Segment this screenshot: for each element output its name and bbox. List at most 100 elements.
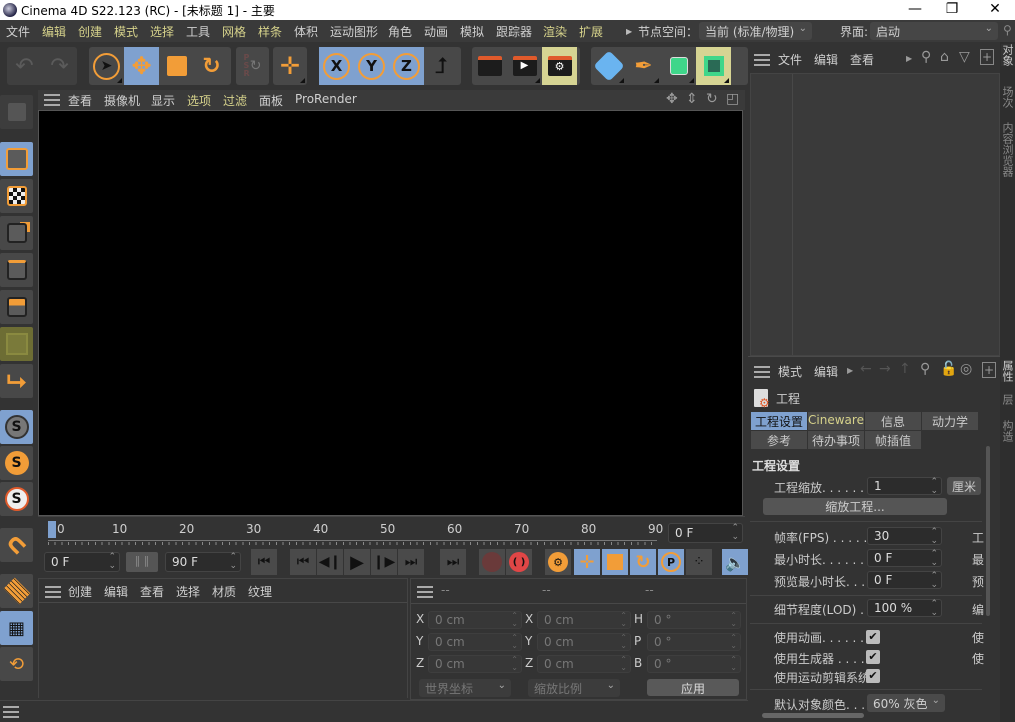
go-to-end-button[interactable]: ⏭ (440, 549, 466, 575)
use-generators-checkbox[interactable]: ✔ (866, 650, 880, 664)
toggle-view-icon[interactable]: ◰ (726, 91, 739, 107)
subdivision-button[interactable] (661, 47, 696, 85)
end-frame-field[interactable]: 90 F ⌃ ⌄ (165, 552, 241, 572)
node-space-dropdown[interactable]: 当前 (标准/物理) ⌄ (699, 22, 812, 40)
psr-reset-button[interactable]: P S R ↻ (236, 47, 269, 85)
current-frame-field[interactable]: 0 F ⌃ ⌄ (668, 523, 743, 543)
hamburger-icon[interactable] (3, 706, 19, 718)
hamburger-icon[interactable] (44, 94, 60, 106)
object-menu-file[interactable]: 文件 (778, 51, 802, 68)
unit-dropdown[interactable]: 厘米 (947, 477, 981, 495)
object-menu-view[interactable]: 查看 (850, 51, 874, 68)
min-time-field[interactable]: 0 F ⌃ ⌄ (867, 549, 942, 568)
material-menu-texture[interactable]: 纹理 (248, 583, 272, 600)
next-frame-button[interactable]: ❙▶ (371, 549, 397, 575)
cube-button[interactable] (591, 47, 626, 85)
workplane-button[interactable] (0, 574, 33, 608)
rot-h-field[interactable]: 0 ° ⌃ ⌄ (647, 611, 741, 629)
rot-p-field[interactable]: 0 ° ⌃ ⌄ (647, 633, 741, 651)
hamburger-icon[interactable] (417, 586, 433, 598)
horizontal-scrollbar[interactable] (762, 713, 864, 718)
hamburger-icon[interactable] (45, 586, 61, 598)
object-menu-edit[interactable]: 编辑 (814, 51, 838, 68)
home-icon[interactable]: ⌂ (940, 49, 949, 65)
texture-mode-button[interactable] (0, 179, 33, 213)
play-button[interactable]: ▶ (344, 549, 370, 575)
side-tab-layers[interactable]: 层 (1001, 394, 1015, 405)
spinner-icon[interactable]: ⌃ ⌄ (731, 524, 739, 542)
locked-workplane-button[interactable]: ▦ (0, 611, 33, 645)
preview-min-time-field[interactable]: 0 F ⌃ ⌄ (867, 571, 942, 590)
close-button[interactable]: ✕ (975, 0, 1015, 20)
fps-field[interactable]: 30 ⌃ ⌄ (867, 527, 942, 546)
interface-dropdown[interactable]: 启动 ⌄ (870, 22, 998, 40)
material-list[interactable] (39, 603, 407, 698)
lock-icon[interactable]: 🔓 (940, 361, 957, 377)
range-slider[interactable]: ‖ ‖ (126, 552, 158, 572)
menu-create[interactable]: 创建 (78, 23, 102, 40)
object-list[interactable] (750, 73, 1000, 356)
size-z-field[interactable]: 0 cm ⌃ ⌄ (537, 655, 631, 673)
menu-simulate[interactable]: 模拟 (460, 23, 484, 40)
hamburger-icon[interactable] (754, 54, 770, 66)
target-icon[interactable]: ◎ (960, 361, 972, 377)
spinner-icon[interactable]: ⌃ ⌄ (511, 634, 518, 650)
side-tab-attributes[interactable]: 属性 (1001, 360, 1015, 382)
menu-animate[interactable]: 动画 (424, 23, 448, 40)
key-position-button[interactable]: ✛ (574, 549, 600, 575)
3d-viewport[interactable] (38, 110, 743, 516)
render-picture-viewer-button[interactable]: ▶ (507, 47, 542, 85)
material-menu-view[interactable]: 查看 (140, 583, 164, 600)
menu-mograph[interactable]: 运动图形 (330, 23, 378, 40)
key-parameter-button[interactable]: P (658, 549, 684, 575)
coordinate-mode-dropdown[interactable]: 世界坐标 ⌄ (419, 679, 511, 697)
side-tab-structure[interactable]: 构造 (1001, 420, 1015, 442)
key-rotation-button[interactable]: ↻ (630, 549, 656, 575)
use-motion-system-checkbox[interactable]: ✔ (866, 669, 880, 683)
search-icon[interactable]: ⚲ (921, 49, 931, 65)
menu-mode[interactable]: 模式 (114, 23, 138, 40)
viewport-menu-camera[interactable]: 摄像机 (104, 92, 140, 109)
auto-keying-button[interactable]: ( ) (506, 549, 532, 575)
solo-off-button[interactable]: S (0, 482, 33, 516)
project-scale-field[interactable]: 1 ⌃ ⌄ (867, 477, 942, 496)
polygons-mode-button[interactable] (0, 290, 33, 324)
material-menu-select[interactable]: 选择 (176, 583, 200, 600)
spinner-icon[interactable]: ⌃ ⌄ (930, 600, 938, 618)
use-animation-checkbox[interactable]: ✔ (866, 630, 880, 644)
zoom-view-icon[interactable]: ⇕ (686, 91, 698, 107)
viewport-menu-display[interactable]: 显示 (151, 92, 175, 109)
new-panel-icon[interactable]: + (980, 49, 994, 65)
expand-arrow-icon[interactable]: ▶ (626, 27, 632, 36)
sound-button[interactable]: 🔈 (722, 549, 748, 575)
rot-b-field[interactable]: 0 ° ⌃ ⌄ (647, 655, 741, 673)
side-tab-content-browser[interactable]: 内容浏览器 (1001, 122, 1015, 177)
render-settings-button[interactable]: ⚙ (542, 47, 577, 85)
menu-character[interactable]: 角色 (388, 23, 412, 40)
edges-mode-button[interactable] (0, 253, 33, 287)
make-editable-button[interactable] (0, 95, 33, 129)
search-icon[interactable]: ⚲ (920, 361, 930, 377)
uv-mode-button[interactable] (0, 327, 33, 361)
tab-key-interpolation[interactable]: 帧插值 (865, 431, 921, 449)
y-axis-button[interactable]: Y (354, 47, 389, 85)
playhead[interactable] (48, 521, 56, 538)
pos-y-field[interactable]: 0 cm ⌃ ⌄ (428, 633, 522, 651)
timeline-ruler[interactable]: 0 10 20 30 40 50 60 70 80 90 0 F ⌃ ⌄ (38, 516, 745, 548)
pan-view-icon[interactable]: ✥ (666, 91, 678, 107)
menu-tools[interactable]: 工具 (186, 23, 210, 40)
menu-tracker[interactable]: 跟踪器 (496, 23, 532, 40)
key-scale-button[interactable] (602, 549, 628, 575)
scale-project-button[interactable]: 缩放工程... (763, 498, 947, 515)
spinner-icon[interactable]: ⌃ ⌄ (730, 634, 737, 650)
spinner-icon[interactable]: ⌃ ⌄ (229, 553, 237, 571)
spinner-icon[interactable]: ⌃ ⌄ (511, 656, 518, 672)
workplane-align-button[interactable]: ⟲ (0, 647, 33, 681)
spinner-icon[interactable]: ⌃ ⌄ (730, 656, 737, 672)
extrude-button[interactable] (696, 47, 731, 85)
x-axis-button[interactable]: X (319, 47, 354, 85)
viewport-menu-panel[interactable]: 面板 (259, 92, 283, 109)
scale-mode-dropdown[interactable]: 缩放比例 ⌄ (528, 679, 620, 697)
keyframe-selection-button[interactable]: ⚙ (545, 549, 571, 575)
menu-edit[interactable]: 编辑 (42, 23, 66, 40)
